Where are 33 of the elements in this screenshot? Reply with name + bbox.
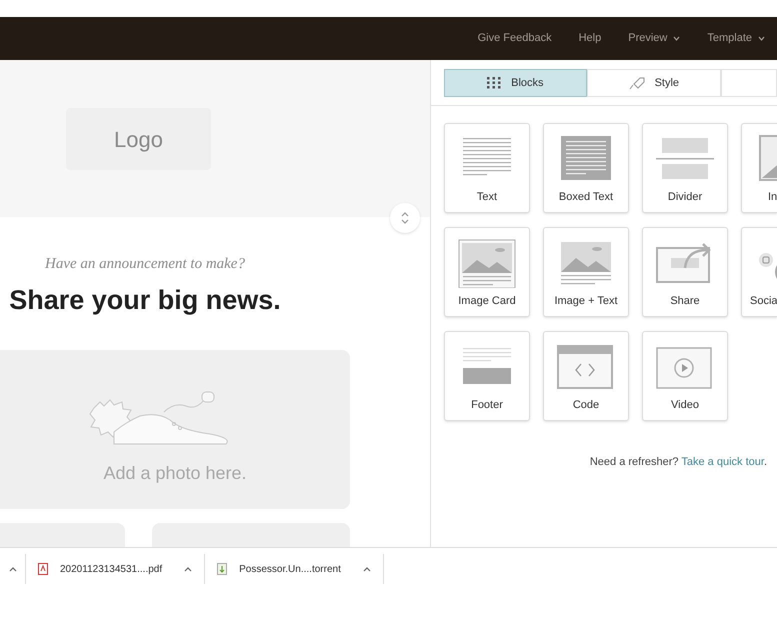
block-card[interactable]: Boxed Text xyxy=(543,123,629,213)
tab[interactable]: Style xyxy=(586,69,721,97)
reorder-handle[interactable] xyxy=(390,203,420,233)
block-card[interactable]: Video xyxy=(642,331,728,421)
block-card[interactable]: Divider xyxy=(642,123,728,213)
headline: Share your big news. xyxy=(9,284,281,317)
block-card[interactable]: Image Card xyxy=(444,227,530,317)
photo-hint: Add a photo here. xyxy=(103,462,247,485)
tag-icon xyxy=(628,76,645,90)
block-card[interactable]: Code xyxy=(543,331,629,421)
nav-link[interactable]: Preview xyxy=(628,30,680,47)
download-item[interactable]: Possessor.Un....torrent xyxy=(205,554,384,584)
download-item[interactable]: 20201123134531....pdf xyxy=(26,554,206,584)
caret-icon xyxy=(8,566,16,572)
pdf-file-icon xyxy=(38,563,48,575)
grid-icon xyxy=(487,77,502,89)
caret-icon[interactable] xyxy=(184,566,192,572)
tour-link[interactable]: Take a quick tour xyxy=(681,456,764,468)
caret-icon[interactable] xyxy=(362,566,371,572)
file-icon xyxy=(217,563,228,575)
nav-link[interactable]: Give Feedback xyxy=(478,30,552,47)
block-card[interactable]: In xyxy=(741,123,777,213)
nav-link[interactable]: Help xyxy=(578,30,602,47)
tab[interactable]: Blocks xyxy=(444,69,587,97)
nav-link[interactable]: Template xyxy=(707,30,765,47)
block-card[interactable]: Share xyxy=(642,227,728,317)
block-card[interactable]: Image + Text xyxy=(543,227,629,317)
kicker-text: Have an announcement to make? xyxy=(45,255,245,274)
block-card[interactable]: Text xyxy=(444,123,530,213)
help-text: Need a refresher? Take a quick tour. xyxy=(590,456,767,468)
up-down-chevron-icon xyxy=(401,212,409,224)
block-card[interactable]: Footer xyxy=(444,331,530,421)
tab[interactable] xyxy=(720,69,777,97)
